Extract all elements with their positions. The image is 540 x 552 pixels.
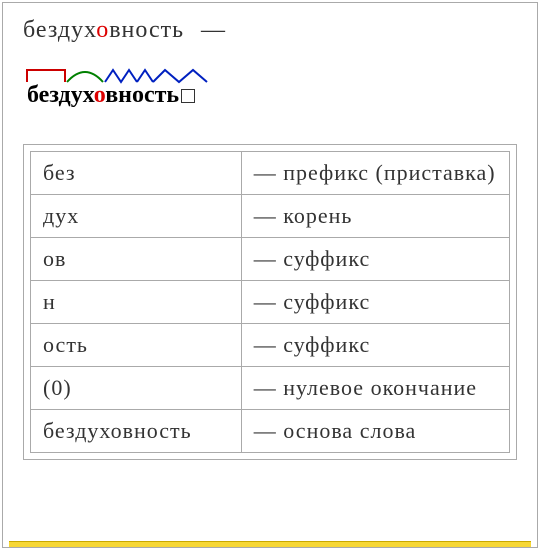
morpheme-part: без [31,152,242,195]
table-row: бездуховность — основа слова [31,410,510,453]
morpheme-word: бездуховность [27,82,195,109]
morpheme-def: — основа слова [241,410,509,453]
morpheme-part: дух [31,195,242,238]
morpheme-part: бездуховность [31,410,242,453]
table-row: н — суффикс [31,281,510,324]
headword-stress: о [96,17,109,43]
morpheme-diagram: бездуховность [23,64,517,114]
zero-ending-box-icon [181,89,195,103]
morph-stress: о [94,82,105,108]
morpheme-def: — суффикс [241,324,509,367]
panel: бездуховность — бездуховность [2,2,538,548]
morpheme-part: ов [31,238,242,281]
morpheme-table-wrap: без — префикс (приставка) дух — корень о… [23,144,517,460]
headword: бездуховность — [23,17,517,44]
morpheme-def: — нулевое окончание [241,367,509,410]
morpheme-def: — суффикс [241,238,509,281]
morph-pre: бездух [27,82,94,108]
morpheme-part: ость [31,324,242,367]
table-row: ов — суффикс [31,238,510,281]
headword-pre: бездух [23,17,96,43]
morpheme-def: — префикс (приставка) [241,152,509,195]
morpheme-table: без — префикс (приставка) дух — корень о… [30,151,510,453]
morpheme-def: — суффикс [241,281,509,324]
morpheme-marks-icon [23,64,243,84]
table-row: ость — суффикс [31,324,510,367]
morpheme-part: (0) [31,367,242,410]
headword-post: вность [109,17,184,43]
bottom-accent-bar [9,541,531,547]
table-row: (0) — нулевое окончание [31,367,510,410]
content: бездуховность — бездуховность [3,3,537,474]
morph-post: вность [105,82,179,108]
morpheme-part: н [31,281,242,324]
dash: — [201,17,226,43]
table-row: дух — корень [31,195,510,238]
morpheme-def: — корень [241,195,509,238]
table-row: без — префикс (приставка) [31,152,510,195]
